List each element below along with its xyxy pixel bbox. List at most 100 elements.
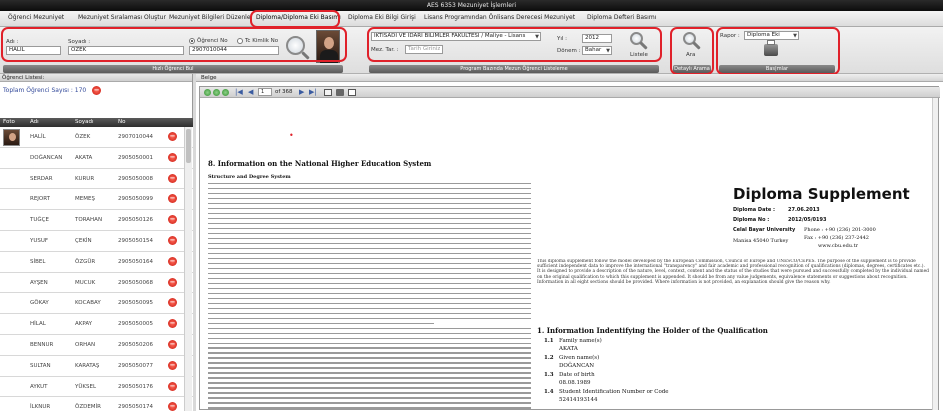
table-row[interactable]: İLKNUR ÖZDEMİR 2905050174 −: [0, 397, 193, 411]
radio-tc-kimlik-label: Tc Kimlik No: [245, 38, 279, 44]
university-web: www.cbu.edu.tr: [818, 243, 859, 249]
remove-row-icon[interactable]: −: [168, 132, 177, 141]
panel-title: Öğrenci Listesi:: [0, 74, 192, 82]
remove-row-icon[interactable]: −: [168, 402, 177, 411]
remove-row-icon[interactable]: −: [168, 152, 177, 162]
table-row[interactable]: TUĞÇE TORAHAN 2905050126 −: [0, 210, 193, 231]
term-select[interactable]: Bahar ▼: [582, 46, 612, 55]
menu-diploma-eki-bilgi[interactable]: Diploma Eki Bilgi Girişi: [348, 14, 416, 21]
cell-name: AYKUT: [30, 383, 48, 390]
name-field[interactable]: HALİL: [6, 46, 61, 55]
menu-mezuniyet-bilgileri[interactable]: Mezuniyet Bilgileri Düzenle: [169, 14, 251, 21]
student-count: Toplam Öğrenci Sayısı : 170 −: [3, 86, 102, 95]
mez-tar-field[interactable]: Tarih Giriniz: [405, 45, 443, 54]
cell-name: HALİL: [30, 134, 46, 140]
cell-surname: TORAHAN: [75, 217, 103, 224]
page-number-field[interactable]: 1: [258, 88, 272, 96]
tab-belge[interactable]: Belge: [201, 75, 217, 81]
last-page-icon[interactable]: ▶|: [309, 88, 317, 96]
radio-ogrenci-no[interactable]: [189, 38, 195, 44]
report-select[interactable]: Diploma Eki ▼: [744, 31, 799, 40]
cell-no: 2905050126: [118, 217, 153, 224]
table-row[interactable]: HİLAL AKPAY 2905050005 −: [0, 314, 193, 335]
prev-page-icon[interactable]: ◀: [248, 88, 253, 96]
remove-row-icon[interactable]: −: [168, 194, 177, 204]
scroll-thumb[interactable]: [186, 129, 191, 163]
year-field[interactable]: 2012: [582, 34, 612, 43]
report-label: Rapor :: [720, 33, 740, 39]
cell-surname: ÖZEK: [75, 134, 91, 140]
field-1-4-label: Student Identification Number or Code: [559, 389, 669, 395]
first-page-icon[interactable]: |◀: [235, 88, 243, 96]
student-number-field[interactable]: 2907010044: [189, 46, 279, 55]
term-value: Bahar: [585, 47, 602, 53]
remove-row-icon[interactable]: −: [168, 339, 177, 349]
menu-diploma-basimi[interactable]: Diploma/Diploma Eki Basımı: [256, 14, 341, 21]
cell-surname: MEMEŞ: [75, 196, 95, 203]
list-scrollbar[interactable]: [184, 127, 192, 411]
export-icon[interactable]: [324, 89, 332, 96]
red-marker: •: [289, 131, 294, 140]
table-row[interactable]: GÖKAY KOCABAY 2905050095 −: [0, 293, 193, 315]
print-icon[interactable]: [336, 89, 344, 96]
table-row[interactable]: HALİL ÖZEK 2907010044 −: [0, 127, 193, 148]
table-row[interactable]: SULTAN KARATAŞ 2905050077 −: [0, 355, 193, 377]
remove-row-icon[interactable]: −: [168, 235, 177, 245]
menu-ogrenci-mezuniyet[interactable]: Öğrenci Mezuniyet: [8, 14, 64, 21]
faculty-select[interactable]: İKTİSADİ VE İDARİ BİLİMLER FAKÜLTESİ / M…: [371, 32, 541, 41]
table-row[interactable]: SERDAR KURUR 2905050008 −: [0, 168, 193, 190]
remove-row-icon[interactable]: −: [168, 360, 177, 370]
col-adi[interactable]: Adı: [30, 119, 39, 125]
detail-search-icon[interactable]: [683, 32, 696, 45]
diploma-date: 27.06.2013: [788, 207, 820, 213]
faculty-value: İKTİSADİ VE İDARİ BİLİMLER FAKÜLTESİ / M…: [374, 33, 526, 39]
menu-mezuniyet-siralamasi[interactable]: Mezuniyet Sıralaması Oluştur: [78, 14, 166, 21]
back-icon[interactable]: [213, 89, 220, 96]
forward-icon[interactable]: [222, 89, 229, 96]
refresh-icon[interactable]: [204, 89, 211, 96]
cell-surname: ÖZDEMİR: [75, 404, 101, 411]
remove-row-icon[interactable]: −: [168, 277, 177, 287]
detail-search-button-label[interactable]: Ara: [686, 52, 695, 58]
student-photo: [316, 30, 340, 63]
university-fax: Fax : +90 (236) 237-2442: [804, 235, 869, 241]
next-page-icon[interactable]: ▶: [299, 88, 304, 96]
table-row[interactable]: BENNUR ORHAN 2905050206 −: [0, 334, 193, 356]
table-row[interactable]: AYKUT YÜKSEL 2905050176 −: [0, 376, 193, 398]
menu-diploma-defteri[interactable]: Diploma Defteri Basımı: [587, 14, 656, 21]
diploma-title: Diploma Supplement: [733, 185, 910, 203]
cell-no: 2905050099: [118, 196, 153, 203]
page-setup-icon[interactable]: [348, 89, 356, 96]
viewer-scrollbar[interactable]: [932, 98, 938, 410]
remove-row-icon[interactable]: −: [168, 298, 177, 308]
col-foto[interactable]: Foto: [3, 119, 15, 125]
document-page: • 8. Information on the National Higher …: [206, 101, 934, 409]
avatar: [3, 129, 20, 146]
radio-tc-kimlik[interactable]: [237, 38, 243, 44]
remove-row-icon[interactable]: −: [168, 256, 177, 266]
cell-no: 2905050095: [118, 300, 153, 307]
surname-field[interactable]: ÖZEK: [68, 46, 184, 55]
table-row[interactable]: SİBEL ÖZGÜR 2905050164 −: [0, 251, 193, 273]
remove-row-icon[interactable]: −: [168, 381, 177, 391]
remove-row-icon[interactable]: −: [168, 215, 177, 225]
list-button-label[interactable]: Listele: [630, 52, 648, 58]
list-search-icon[interactable]: [630, 32, 643, 45]
menu-onlisans-mezuniyet[interactable]: Lisans Programından Önlisans Derecesi Me…: [424, 14, 575, 21]
clear-list-icon[interactable]: −: [92, 86, 102, 95]
table-row[interactable]: AYŞEN MUCUK 2905050068 −: [0, 272, 193, 294]
cell-name: DOĞANCAN: [30, 154, 63, 161]
col-soyadi[interactable]: Soyadı: [75, 119, 94, 125]
table-row[interactable]: YUSUF ÇEKİN 2905050154 −: [0, 230, 193, 252]
field-1-4-num: 1.4: [544, 389, 554, 395]
table-row[interactable]: DOĞANCAN AKATA 2905050001 −: [0, 147, 193, 169]
quick-search-icon[interactable]: [286, 36, 305, 55]
radio-ogrenci-no-label: Öğrenci No: [197, 38, 228, 44]
field-1-3-value: 08.08.1989: [559, 380, 591, 386]
ribbon: Adı : HALİL Soyadı : ÖZEK Öğrenci No Tc …: [0, 27, 943, 74]
col-no[interactable]: No: [118, 119, 125, 125]
printer-icon[interactable]: [764, 40, 778, 56]
remove-row-icon[interactable]: −: [168, 173, 177, 183]
remove-row-icon[interactable]: −: [168, 319, 177, 329]
table-row[interactable]: REJORT MEMEŞ 2905050099 −: [0, 189, 193, 211]
